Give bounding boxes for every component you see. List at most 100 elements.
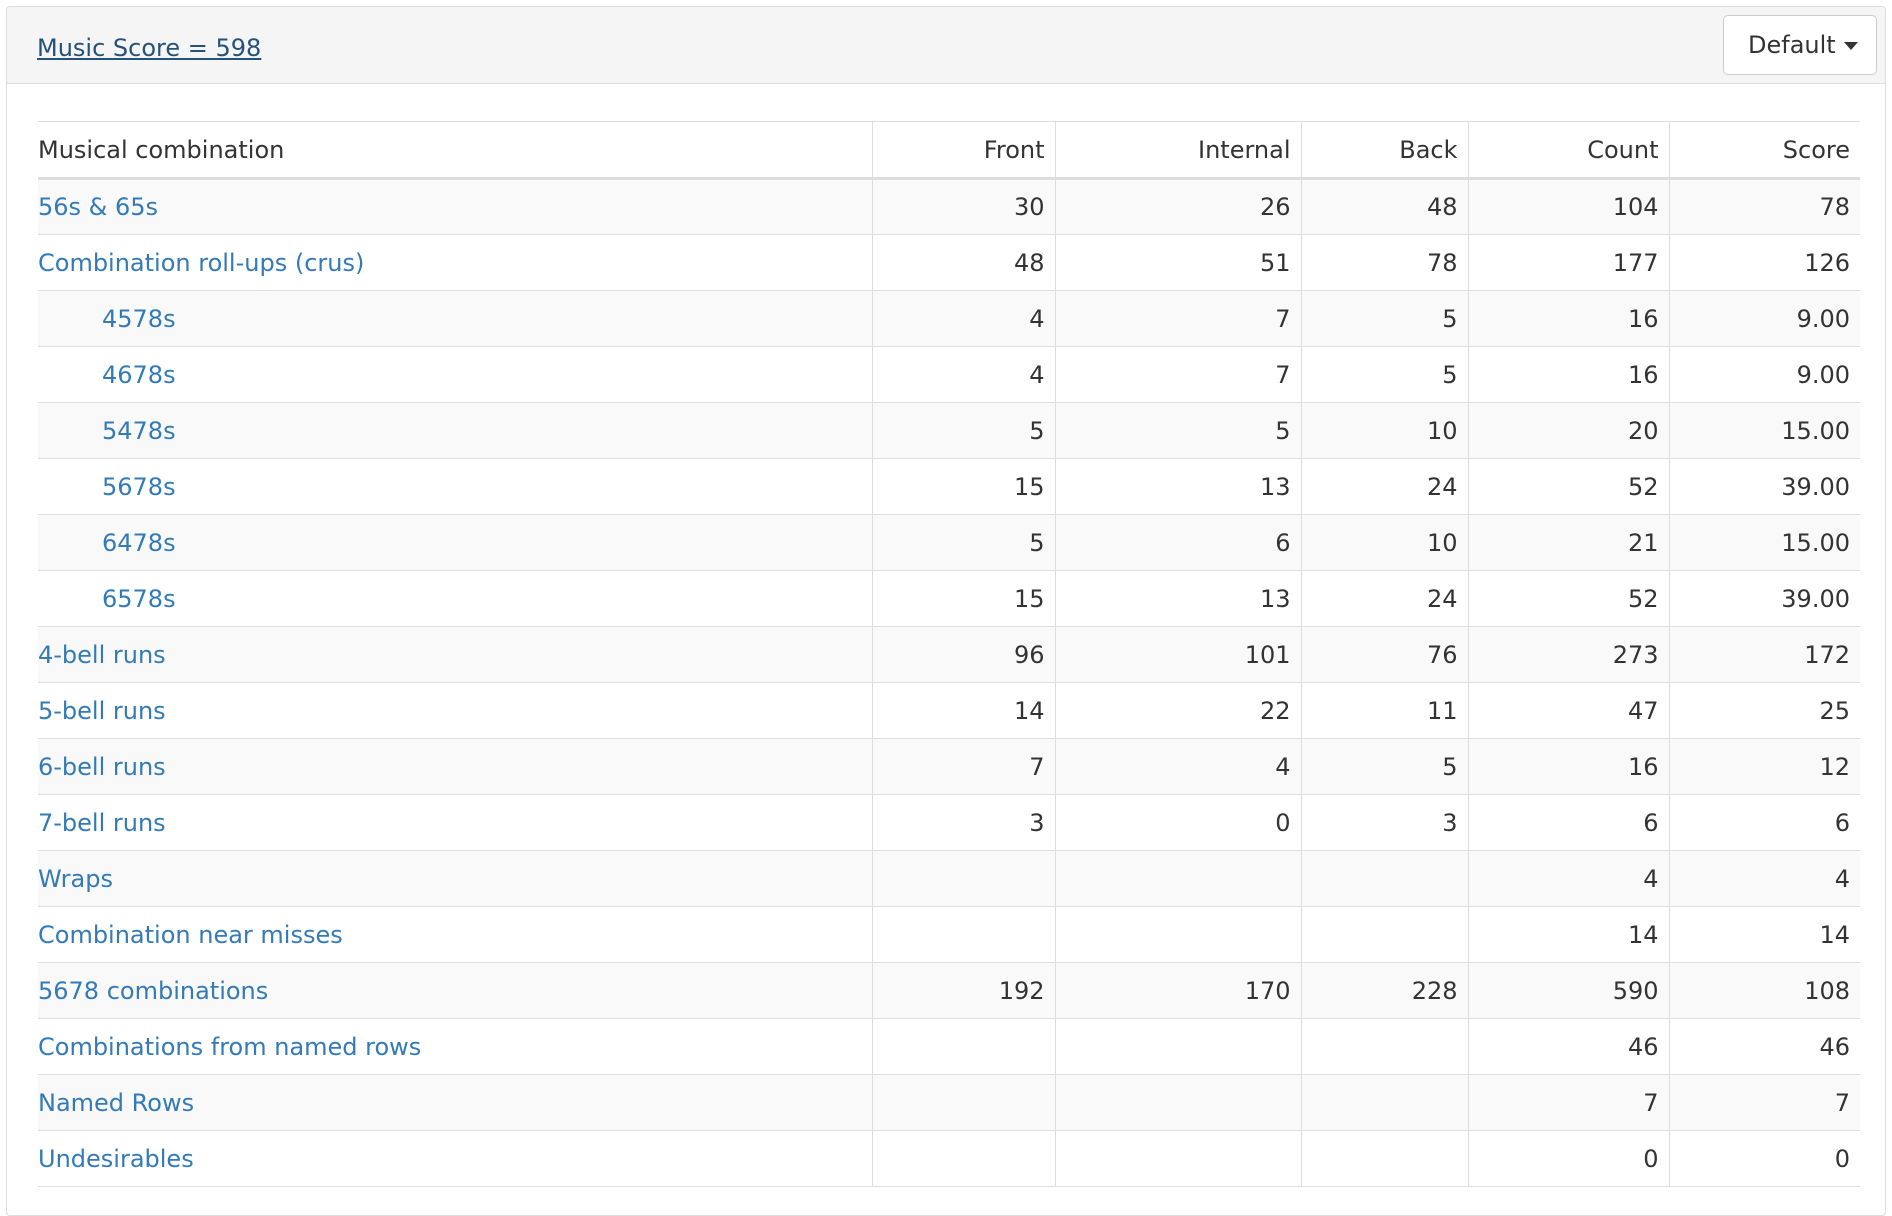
front-cell xyxy=(871,850,1055,907)
internal-cell: 22 xyxy=(1054,682,1301,739)
combination-link[interactable]: 5678s xyxy=(102,473,176,501)
count-cell: 177 xyxy=(1467,234,1669,291)
table-row: Undesirables 0 0 xyxy=(38,1130,1860,1187)
table-row: Combinations from named rows 46 46 xyxy=(38,1018,1860,1075)
front-cell: 5 xyxy=(871,514,1055,571)
table-row: 5678 combinations 192 170 228 590 108 xyxy=(38,962,1860,1019)
combination-link[interactable]: 4578s xyxy=(102,305,176,333)
front-cell xyxy=(871,906,1055,963)
count-cell: 590 xyxy=(1467,962,1669,1019)
internal-cell xyxy=(1054,1018,1301,1075)
front-cell: 15 xyxy=(871,570,1055,627)
internal-cell: 5 xyxy=(1054,402,1301,459)
combination-link[interactable]: Wraps xyxy=(38,865,113,893)
internal-cell: 170 xyxy=(1054,962,1301,1019)
back-cell: 10 xyxy=(1300,514,1468,571)
table-row: 4-bell runs 96 101 76 273 172 xyxy=(38,626,1860,683)
combination-link[interactable]: 5-bell runs xyxy=(38,697,166,725)
combination-link[interactable]: 5478s xyxy=(102,417,176,445)
combination-name-cell: 4-bell runs xyxy=(38,626,872,683)
combination-link[interactable]: 56s & 65s xyxy=(38,193,158,221)
score-cell: 15.00 xyxy=(1668,514,1860,571)
combination-name-cell: 4678s xyxy=(38,346,872,403)
combination-name-cell: 4578s xyxy=(38,290,872,347)
table-row: 56s & 65s 30 26 48 104 78 xyxy=(38,178,1860,235)
table-row: 7-bell runs 3 0 3 6 6 xyxy=(38,794,1860,851)
front-cell: 15 xyxy=(871,458,1055,515)
combination-name-cell: 5678s xyxy=(38,458,872,515)
combination-link[interactable]: 4-bell runs xyxy=(38,641,166,669)
count-cell: 16 xyxy=(1467,346,1669,403)
back-cell: 78 xyxy=(1300,234,1468,291)
combination-link[interactable]: Named Rows xyxy=(38,1089,194,1117)
music-table: Musical combination Front Internal Back … xyxy=(38,121,1860,1187)
combination-link[interactable]: 7-bell runs xyxy=(38,809,166,837)
combination-link[interactable]: 6578s xyxy=(102,585,176,613)
combination-link[interactable]: Combination roll-ups (crus) xyxy=(38,249,364,277)
combination-name-cell: Combination roll-ups (crus) xyxy=(38,234,872,291)
combination-name-cell: Combinations from named rows xyxy=(38,1018,872,1075)
table-row: 4578s 4 7 5 16 9.00 xyxy=(38,290,1860,347)
count-cell: 104 xyxy=(1467,178,1669,235)
combination-link[interactable]: 4678s xyxy=(102,361,176,389)
combination-name-cell: 5478s xyxy=(38,402,872,459)
score-cell: 12 xyxy=(1668,738,1860,795)
back-cell: 5 xyxy=(1300,346,1468,403)
score-cell: 126 xyxy=(1668,234,1860,291)
count-cell: 273 xyxy=(1467,626,1669,683)
table-row: 5678s 15 13 24 52 39.00 xyxy=(38,458,1860,515)
score-cell: 108 xyxy=(1668,962,1860,1019)
table-row: Named Rows 7 7 xyxy=(38,1074,1860,1131)
combination-name-cell: 6-bell runs xyxy=(38,738,872,795)
count-cell: 47 xyxy=(1467,682,1669,739)
music-score-link[interactable]: Music Score = 598 xyxy=(37,34,261,62)
panel-heading: Music Score = 598 Default xyxy=(7,7,1885,84)
count-cell: 14 xyxy=(1467,906,1669,963)
count-cell: 46 xyxy=(1467,1018,1669,1075)
back-cell: 228 xyxy=(1300,962,1468,1019)
count-cell: 6 xyxy=(1467,794,1669,851)
back-cell xyxy=(1300,850,1468,907)
table-row: Wraps 4 4 xyxy=(38,850,1860,907)
combination-name-cell: Combination near misses xyxy=(38,906,872,963)
score-cell: 14 xyxy=(1668,906,1860,963)
count-cell: 21 xyxy=(1467,514,1669,571)
front-cell: 4 xyxy=(871,290,1055,347)
column-header-combination: Musical combination xyxy=(38,121,872,180)
count-cell: 4 xyxy=(1467,850,1669,907)
column-header-count: Count xyxy=(1467,121,1669,180)
combination-link[interactable]: 5678 combinations xyxy=(38,977,268,1005)
front-cell: 4 xyxy=(871,346,1055,403)
count-cell: 52 xyxy=(1467,458,1669,515)
score-cell: 0 xyxy=(1668,1130,1860,1187)
combination-name-cell: 6478s xyxy=(38,514,872,571)
combination-link[interactable]: 6478s xyxy=(102,529,176,557)
combination-link[interactable]: 6-bell runs xyxy=(38,753,166,781)
combination-name-cell: Wraps xyxy=(38,850,872,907)
combination-link[interactable]: Combinations from named rows xyxy=(38,1033,421,1061)
front-cell xyxy=(871,1074,1055,1131)
back-cell: 5 xyxy=(1300,290,1468,347)
score-cell: 4 xyxy=(1668,850,1860,907)
score-cell: 15.00 xyxy=(1668,402,1860,459)
dropdown-label: Default xyxy=(1748,31,1836,59)
table-body: 56s & 65s 30 26 48 104 78 Combination roll-ups… xyxy=(38,178,1860,1187)
score-cell: 6 xyxy=(1668,794,1860,851)
combination-link[interactable]: Combination near misses xyxy=(38,921,343,949)
internal-cell: 13 xyxy=(1054,570,1301,627)
score-cell: 9.00 xyxy=(1668,290,1860,347)
score-cell: 25 xyxy=(1668,682,1860,739)
front-cell: 30 xyxy=(871,178,1055,235)
front-cell: 3 xyxy=(871,794,1055,851)
back-cell: 48 xyxy=(1300,178,1468,235)
table-row: 6578s 15 13 24 52 39.00 xyxy=(38,570,1860,627)
caret-down-icon xyxy=(1843,42,1858,50)
table-row: 6478s 5 6 10 21 15.00 xyxy=(38,514,1860,571)
internal-cell: 6 xyxy=(1054,514,1301,571)
count-cell: 16 xyxy=(1467,290,1669,347)
back-cell xyxy=(1300,1018,1468,1075)
profile-dropdown-button[interactable]: Default xyxy=(1723,15,1877,75)
internal-cell xyxy=(1054,1074,1301,1131)
front-cell xyxy=(871,1018,1055,1075)
combination-link[interactable]: Undesirables xyxy=(38,1145,194,1173)
